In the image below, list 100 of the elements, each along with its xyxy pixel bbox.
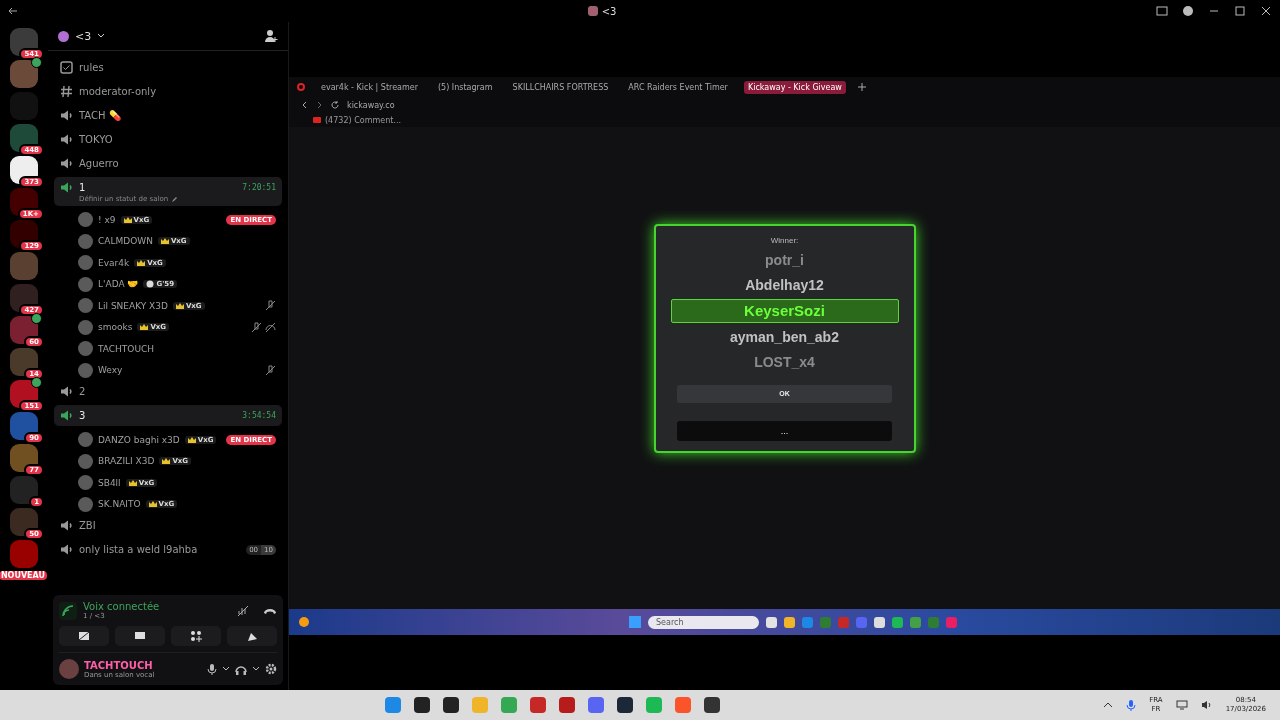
channel-item[interactable]: Aguerro — [54, 153, 282, 174]
rules-icon — [60, 61, 73, 74]
camera-off-button[interactable] — [59, 626, 109, 646]
server-name[interactable]: <3 — [75, 29, 92, 43]
add-user-icon[interactable] — [264, 29, 278, 43]
address-bar[interactable]: kickaway.co — [347, 100, 395, 110]
channel-item[interactable]: rules — [54, 57, 282, 78]
screen-share-button[interactable] — [115, 626, 165, 646]
maximize-icon[interactable] — [1234, 5, 1246, 17]
app-icon[interactable] — [558, 697, 575, 713]
avatar — [78, 212, 93, 228]
winner-name: KeyserSozi — [670, 298, 899, 323]
app-icon[interactable] — [766, 616, 777, 628]
noise-suppression-icon[interactable] — [237, 604, 249, 617]
browser-tab[interactable]: SKILLCHAIRS FORTRESS — [508, 80, 613, 94]
signal-icon — [59, 601, 77, 620]
browser-tab[interactable]: (5) Instagram — [434, 80, 497, 94]
search-field[interactable]: Search — [648, 615, 759, 629]
channel-item[interactable]: 3 3:54:54 — [54, 405, 282, 426]
crown-icon — [160, 237, 169, 246]
user-name: TACHTOUCH — [84, 659, 154, 671]
crown-icon — [148, 500, 157, 509]
channel-name: 2 — [79, 386, 86, 397]
channel-name: Aguerro — [79, 158, 119, 169]
user-name[interactable]: ! x9 — [98, 214, 116, 225]
crown-icon — [187, 435, 196, 444]
search-icon[interactable] — [413, 697, 430, 713]
user-name[interactable]: DANZO baghi x3D — [98, 434, 180, 445]
close-icon[interactable] — [1260, 5, 1272, 17]
user-name[interactable]: smooks — [98, 322, 133, 333]
participant-name: LOST_x4 — [754, 352, 815, 372]
unread-badge: NOUVEAU — [0, 569, 49, 582]
channel-item[interactable]: TOKYO — [54, 129, 282, 150]
user-name[interactable]: TACHTOUCH — [98, 343, 155, 354]
channel-name: TOKYO — [79, 134, 113, 145]
crown-icon — [128, 478, 137, 487]
task-view-icon[interactable] — [442, 697, 459, 713]
avatar — [78, 276, 93, 292]
channel-name: only lista a weld l9ahba — [79, 544, 198, 555]
channel-item[interactable]: moderator-only — [54, 81, 282, 102]
caret-icon[interactable] — [222, 666, 230, 672]
windows-start-icon[interactable] — [384, 697, 401, 713]
user-name[interactable]: SK.NAITO — [98, 499, 141, 510]
avatar — [78, 362, 93, 378]
crown-icon — [123, 215, 132, 224]
user-name[interactable]: CALMDOWN — [98, 236, 153, 247]
crown-icon — [162, 457, 171, 466]
channel-name: TACH 💊 — [79, 110, 121, 121]
user-name[interactable]: Lil SNEAKY X3D — [98, 300, 168, 311]
voice-status: Voix connectée — [83, 601, 161, 612]
participant-name: Abdelhay12 — [745, 275, 824, 295]
participant-name: potr_i — [765, 250, 804, 270]
avatar — [78, 319, 93, 335]
app-icon[interactable] — [874, 616, 885, 628]
windows-start-icon[interactable] — [629, 616, 641, 628]
user-name[interactable]: Wexy — [98, 365, 123, 376]
channel-item[interactable]: 2 — [54, 381, 282, 402]
browser-tab[interactable]: evar4k - Kick | Streamer — [317, 80, 422, 94]
pencil-icon[interactable] — [171, 195, 179, 203]
volume-icon[interactable] — [1200, 700, 1213, 710]
bookmark-link[interactable]: (4732) Comment... — [325, 115, 401, 125]
user-name[interactable]: L'ADA 🤝 — [98, 279, 139, 290]
browser-tab[interactable]: Kickaway - Kick Giveaw — [743, 80, 846, 94]
headphones-icon[interactable] — [235, 663, 247, 675]
camera-off-icon — [78, 631, 90, 641]
microphone-icon[interactable] — [207, 663, 217, 675]
channel-item[interactable]: ZBI — [54, 515, 282, 536]
app-icon[interactable] — [703, 697, 720, 713]
activities-button[interactable] — [171, 626, 221, 646]
avatar — [78, 255, 93, 271]
settings-icon[interactable] — [265, 663, 277, 675]
crown-icon — [137, 258, 146, 267]
avatar — [78, 496, 93, 512]
channel-item[interactable]: TACH 💊 — [54, 105, 282, 126]
soundboard-button[interactable] — [227, 626, 277, 646]
user-name[interactable]: BRAZILI X3D — [98, 456, 155, 467]
back-arrow-icon[interactable] — [8, 6, 18, 16]
user-name[interactable]: Evar4k — [98, 257, 130, 268]
reload-icon[interactable] — [331, 101, 339, 109]
server-icon — [58, 30, 69, 42]
new-tab-icon[interactable] — [857, 83, 866, 91]
avatar — [78, 453, 93, 469]
chat-icon[interactable] — [587, 697, 604, 713]
monitor-icon[interactable] — [1175, 700, 1188, 710]
caret-icon[interactable] — [252, 666, 260, 672]
app-icon[interactable] — [616, 697, 633, 713]
avatar — [78, 233, 93, 249]
server-icon — [587, 6, 598, 16]
call-timer: 3:54:54 — [242, 411, 276, 420]
browser-tab[interactable]: ARC Raiders Event Timer — [624, 80, 732, 94]
crown-icon — [140, 323, 149, 332]
browser-logo-icon — [297, 83, 305, 91]
channel-name: 3 — [79, 410, 86, 421]
channel-name: 1 — [79, 182, 86, 193]
user-name[interactable]: SB4ll — [98, 477, 121, 488]
inbox-icon[interactable] — [1156, 5, 1168, 17]
avatar — [78, 475, 93, 491]
more-button[interactable]: ... — [677, 420, 892, 441]
caret-icon[interactable] — [1103, 701, 1114, 709]
video-site-icon — [313, 117, 321, 123]
